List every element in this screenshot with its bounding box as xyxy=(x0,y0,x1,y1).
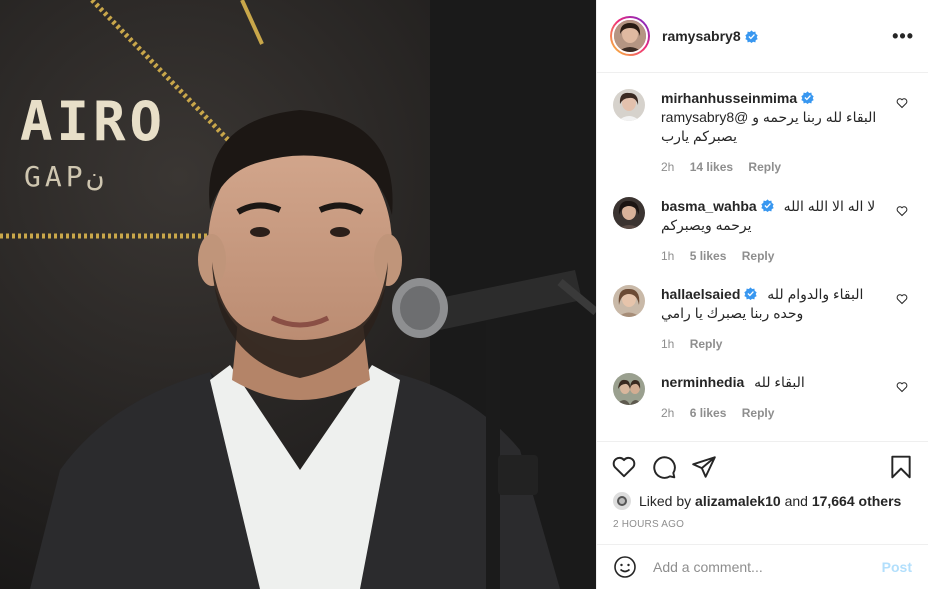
comment-text-line2: وحده ربنا يصبرك يا رامي xyxy=(661,305,804,321)
commenter-username[interactable]: hallaelsaied xyxy=(661,286,740,302)
commenter-avatar[interactable] xyxy=(613,373,645,405)
verified-badge-icon xyxy=(744,287,758,300)
comment-likes[interactable]: 5 likes xyxy=(690,249,727,263)
save-bookmark-icon[interactable] xyxy=(888,454,914,480)
comment-item: basma_wahba لا اله الا الله الله يرحمه و… xyxy=(613,197,912,263)
liked-by-summary: Liked by alizamalek10 and 17,664 others xyxy=(597,492,928,510)
post-header: ramysabry8 ••• xyxy=(597,0,928,73)
comment-time[interactable]: 1h xyxy=(661,249,674,263)
liker-avatar-image xyxy=(613,492,631,510)
comments-list: mirhanhusseinmima البقاء لله ربنا يرحمه … xyxy=(597,73,928,441)
commenter-avatar[interactable] xyxy=(613,89,645,121)
post-photo-illustration: AIRO GAPن xyxy=(0,0,596,589)
like-heart-icon[interactable] xyxy=(611,454,637,480)
commenter-avatar-image xyxy=(613,373,645,405)
verified-badge-icon xyxy=(761,199,774,212)
author-username[interactable]: ramysabry8 xyxy=(662,28,741,44)
comment-text: البقاء والدوام لله xyxy=(767,286,864,302)
comment-text: البقاء لله xyxy=(754,374,805,390)
instagram-post: AIRO GAPن ramysabry8 ••• mirhanhusseinmi… xyxy=(0,0,928,589)
liked-by-others[interactable]: 17,664 others xyxy=(812,493,902,509)
comment-time[interactable]: 1h xyxy=(661,337,674,351)
liked-by-prefix: Liked by xyxy=(639,493,692,509)
commenter-username[interactable]: mirhanhusseinmima xyxy=(661,90,797,106)
comment-item: hallaelsaied البقاء والدوام لله وحده ربن… xyxy=(613,285,912,351)
author-avatar[interactable] xyxy=(610,16,650,56)
like-comment-heart-icon[interactable] xyxy=(896,293,908,305)
verified-badge-icon xyxy=(801,91,814,104)
add-comment-input[interactable] xyxy=(653,559,882,575)
post-side-panel: ramysabry8 ••• mirhanhusseinmima البقاء … xyxy=(596,0,928,589)
share-send-icon[interactable] xyxy=(691,454,717,480)
comment-time[interactable]: 2h xyxy=(661,406,674,420)
sign-text-2: GAPن xyxy=(24,160,103,193)
action-bar xyxy=(597,442,928,492)
post-photo[interactable]: AIRO GAPن xyxy=(0,0,596,589)
comment-likes[interactable]: 14 likes xyxy=(690,160,733,174)
commenter-username[interactable]: basma_wahba xyxy=(661,198,757,214)
post-comment-button[interactable]: Post xyxy=(882,559,912,575)
like-comment-heart-icon[interactable] xyxy=(896,205,908,217)
more-options-icon[interactable]: ••• xyxy=(892,27,914,45)
reply-button[interactable]: Reply xyxy=(690,337,723,351)
add-comment-bar: Post xyxy=(597,544,928,589)
comment-text-line2: يرحمه ويصبركم xyxy=(661,217,752,233)
comment-likes[interactable]: 6 likes xyxy=(690,406,727,420)
commenter-avatar-image xyxy=(613,197,645,229)
emoji-icon[interactable] xyxy=(613,555,637,579)
like-comment-heart-icon[interactable] xyxy=(896,97,908,109)
liked-by-connector: and xyxy=(784,493,808,509)
like-comment-heart-icon[interactable] xyxy=(896,381,908,393)
reply-button[interactable]: Reply xyxy=(742,249,775,263)
post-timestamp[interactable]: 2 HOURS AGO xyxy=(597,519,928,530)
reply-button[interactable]: Reply xyxy=(742,406,775,420)
comment-text-line2: يصبركم يارب xyxy=(661,128,737,144)
comment-item: mirhanhusseinmima البقاء لله ربنا يرحمه … xyxy=(613,89,912,174)
commenter-avatar-image xyxy=(613,89,645,121)
commenter-avatar[interactable] xyxy=(613,285,645,317)
verified-badge-icon xyxy=(744,29,758,43)
reply-button[interactable]: Reply xyxy=(748,160,781,174)
commenter-avatar-image xyxy=(613,285,645,317)
comment-item: nerminhedia البقاء لله 2h 6 likes Reply xyxy=(613,373,912,420)
author-avatar-image xyxy=(614,20,646,52)
post-actions: Liked by alizamalek10 and 17,664 others … xyxy=(597,441,928,589)
commenter-username[interactable]: nerminhedia xyxy=(661,374,744,390)
sign-text-1: AIRO xyxy=(20,90,166,153)
commenter-avatar[interactable] xyxy=(613,197,645,229)
comment-bubble-icon[interactable] xyxy=(651,454,677,480)
comment-text: البقاء لله ربنا يرحمه و @ramysabry8 xyxy=(661,109,877,125)
comment-text: لا اله الا الله الله xyxy=(783,198,876,214)
liker-avatar[interactable] xyxy=(613,492,631,510)
liked-by-user[interactable]: alizamalek10 xyxy=(695,493,781,509)
comment-time[interactable]: 2h xyxy=(661,160,674,174)
